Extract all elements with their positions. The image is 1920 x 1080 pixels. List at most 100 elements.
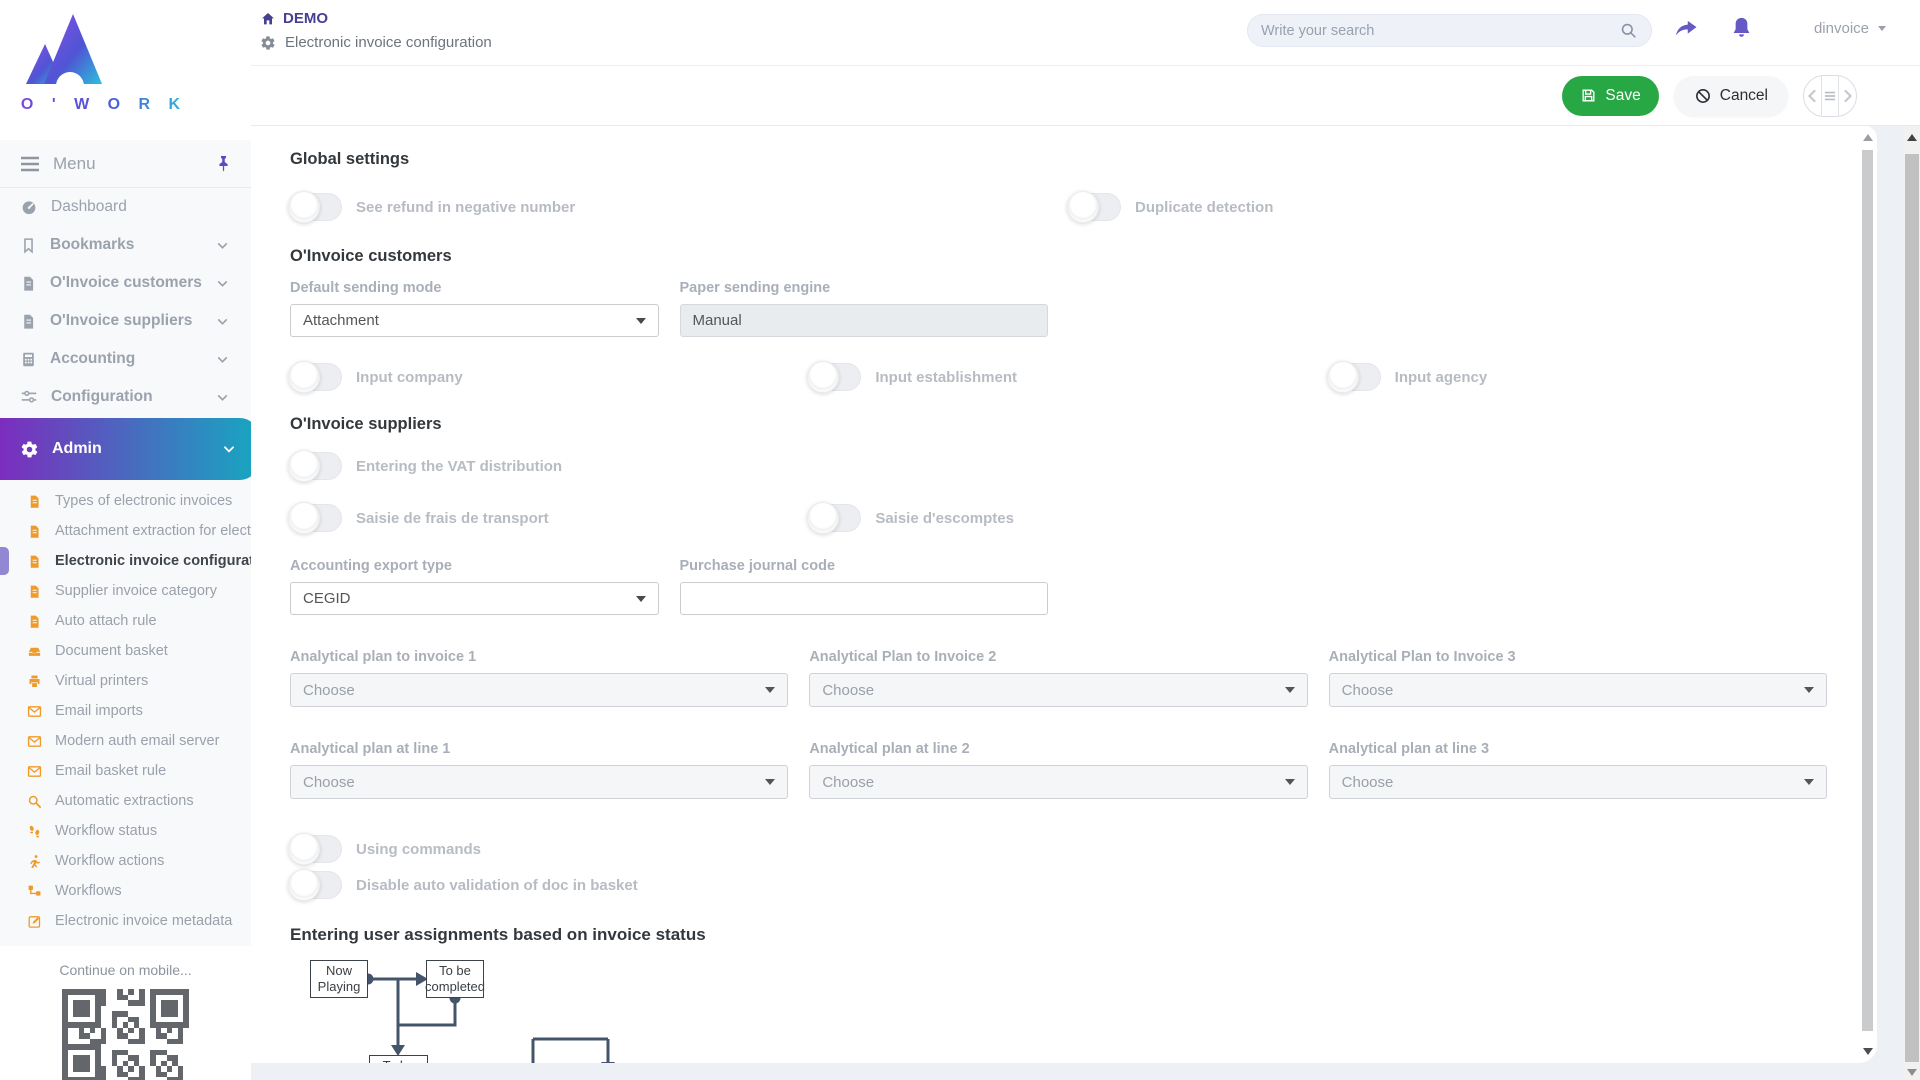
submenu-item-label: Modern auth email server <box>55 733 219 749</box>
bell-icon[interactable] <box>1728 15 1755 42</box>
submenu-item-document-basket[interactable]: Document basket <box>0 636 251 666</box>
scroll-up-arrow[interactable] <box>1863 134 1873 141</box>
toggle-label: Saisie d'escomptes <box>875 510 1014 527</box>
select-value: Choose <box>822 682 874 699</box>
qr-code <box>62 989 189 1080</box>
gear-icon <box>260 35 276 51</box>
workflow-nodes-icon <box>27 884 44 899</box>
search-input[interactable] <box>1261 23 1619 39</box>
submenu-item-label: Automatic extractions <box>55 793 194 809</box>
file-invoice-icon <box>27 554 44 569</box>
analytical-plan-invoice-2-select[interactable]: Choose <box>809 673 1307 707</box>
hamburger-icon[interactable] <box>20 156 40 172</box>
toggle-label: Saisie de frais de transport <box>356 510 549 527</box>
submenu-item-email-imports[interactable]: Email imports <box>0 696 251 726</box>
submenu-item-virtual-printers[interactable]: Virtual printers <box>0 666 251 696</box>
submenu-item-electronic-invoice-configuration[interactable]: Electronic invoice configuration <box>0 546 251 576</box>
field-label: Paper sending engine <box>680 280 1049 296</box>
search-bar <box>1247 14 1652 47</box>
default-sending-mode-select[interactable]: Attachment <box>290 304 659 337</box>
record-pager <box>1803 75 1857 117</box>
pin-icon[interactable] <box>216 155 231 172</box>
breadcrumb-home[interactable]: DEMO <box>260 10 492 27</box>
field-label: Analytical Plan to Invoice 3 <box>1329 649 1827 665</box>
sidebar: Menu Dashboard Bookmarks O'Invoice custo… <box>0 140 251 1080</box>
user-menu[interactable]: dinvoice <box>1814 20 1886 37</box>
analytical-plan-line-1-select[interactable]: Choose <box>290 765 788 799</box>
workflow-node-now-playing[interactable]: Now Playing <box>310 960 368 998</box>
submenu-item-supplier-invoice-category[interactable]: Supplier invoice category <box>0 576 251 606</box>
chevron-down-icon <box>216 277 229 290</box>
sidebar-item-bookmarks[interactable]: Bookmarks <box>0 226 251 264</box>
toggle-knob <box>807 502 839 534</box>
input-company-toggle[interactable] <box>290 363 342 391</box>
share-icon[interactable] <box>1672 15 1700 43</box>
select-value: Choose <box>303 774 355 791</box>
escomptes-toggle[interactable] <box>809 504 861 532</box>
list-icon <box>1824 90 1836 102</box>
submenu-item-workflow-status[interactable]: Workflow status <box>0 816 251 846</box>
submenu-item-attachment-extraction[interactable]: Attachment extraction for electroni <box>0 516 251 546</box>
sidebar-item-oinvoice-customers[interactable]: O'Invoice customers <box>0 264 251 302</box>
sidebar-item-dashboard[interactable]: Dashboard <box>0 188 251 226</box>
submenu-item-automatic-extractions[interactable]: Automatic extractions <box>0 786 251 816</box>
field-label: Default sending mode <box>290 280 659 296</box>
mobile-prompt: Continue on mobile... <box>0 962 251 978</box>
duplicate-detection-toggle[interactable] <box>1069 193 1121 221</box>
footprints-icon <box>27 824 44 839</box>
field-analytical-plan-invoice-2: Analytical Plan to Invoice 2 Choose <box>809 649 1307 707</box>
purchase-journal-code-input[interactable] <box>680 582 1049 615</box>
workflow-node-to-be-validated[interactable]: To be validated <box>369 1055 428 1063</box>
disable-auto-validation-toggle[interactable] <box>290 871 342 899</box>
see-refund-toggle[interactable] <box>290 193 342 221</box>
search-icon[interactable] <box>1619 21 1638 40</box>
scroll-down-arrow[interactable] <box>1863 1048 1873 1055</box>
accounting-export-type-select[interactable]: CEGID <box>290 582 659 615</box>
sidebar-item-accounting[interactable]: Accounting <box>0 340 251 378</box>
sidebar-item-label: Admin <box>52 440 102 458</box>
toggle-row-vat-distribution: Entering the VAT distribution <box>290 452 1827 480</box>
pager-prev-button[interactable] <box>1804 76 1821 116</box>
submenu-item-workflow-actions[interactable]: Workflow actions <box>0 846 251 876</box>
chevron-down-icon <box>216 239 229 252</box>
toggle-knob <box>288 361 320 393</box>
paper-sending-engine-input[interactable] <box>680 304 1049 337</box>
scrollbar-thumb[interactable] <box>1862 150 1873 1031</box>
workflow-node-to-be-completed[interactable]: To be completed <box>426 960 484 998</box>
input-establishment-toggle[interactable] <box>809 363 861 391</box>
submenu-item-label: Document basket <box>55 643 168 659</box>
vat-distribution-toggle[interactable] <box>290 452 342 480</box>
cancel-button[interactable]: Cancel <box>1674 76 1788 116</box>
submenu-item-modern-auth-email-server[interactable]: Modern auth email server <box>0 726 251 756</box>
scroll-up-arrow[interactable] <box>1907 134 1917 141</box>
field-label: Analytical plan at line 3 <box>1329 741 1827 757</box>
sidebar-item-admin[interactable]: Admin <box>0 418 258 480</box>
toggle-knob <box>1327 361 1359 393</box>
input-agency-toggle[interactable] <box>1329 363 1381 391</box>
submenu-item-electronic-invoice-metadata[interactable]: Electronic invoice metadata <box>0 906 251 936</box>
analytical-plan-line-3-select[interactable]: Choose <box>1329 765 1827 799</box>
submenu-item-auto-attach-rule[interactable]: Auto attach rule <box>0 606 251 636</box>
pager-next-button[interactable] <box>1838 76 1856 116</box>
using-commands-toggle[interactable] <box>290 835 342 863</box>
frais-transport-toggle[interactable] <box>290 504 342 532</box>
pager-list-button[interactable] <box>1821 76 1839 116</box>
sidebar-item-configuration[interactable]: Configuration <box>0 378 251 416</box>
analytical-plan-invoice-1-select[interactable]: Choose <box>290 673 788 707</box>
analytical-plan-line-2-select[interactable]: Choose <box>809 765 1307 799</box>
save-button[interactable]: Save <box>1562 76 1658 116</box>
sidebar-item-oinvoice-suppliers[interactable]: O'Invoice suppliers <box>0 302 251 340</box>
scroll-down-arrow[interactable] <box>1907 1069 1917 1076</box>
submenu-item-types-of-electronic-invoices[interactable]: Types of electronic invoices <box>0 486 251 516</box>
toggle-row-using-commands: Using commands <box>290 835 1827 863</box>
home-icon <box>260 11 276 27</box>
field-purchase-journal-code: Purchase journal code <box>680 558 1049 615</box>
breadcrumb-title: DEMO <box>283 10 328 27</box>
analytical-plan-invoice-3-select[interactable]: Choose <box>1329 673 1827 707</box>
toggle-label: Input company <box>356 369 463 386</box>
sliders-icon <box>20 389 38 405</box>
scrollbar-thumb[interactable] <box>1905 154 1919 1062</box>
submenu-item-email-basket-rule[interactable]: Email basket rule <box>0 756 251 786</box>
submenu-item-workflows[interactable]: Workflows <box>0 876 251 906</box>
chevron-right-icon <box>1843 90 1853 102</box>
